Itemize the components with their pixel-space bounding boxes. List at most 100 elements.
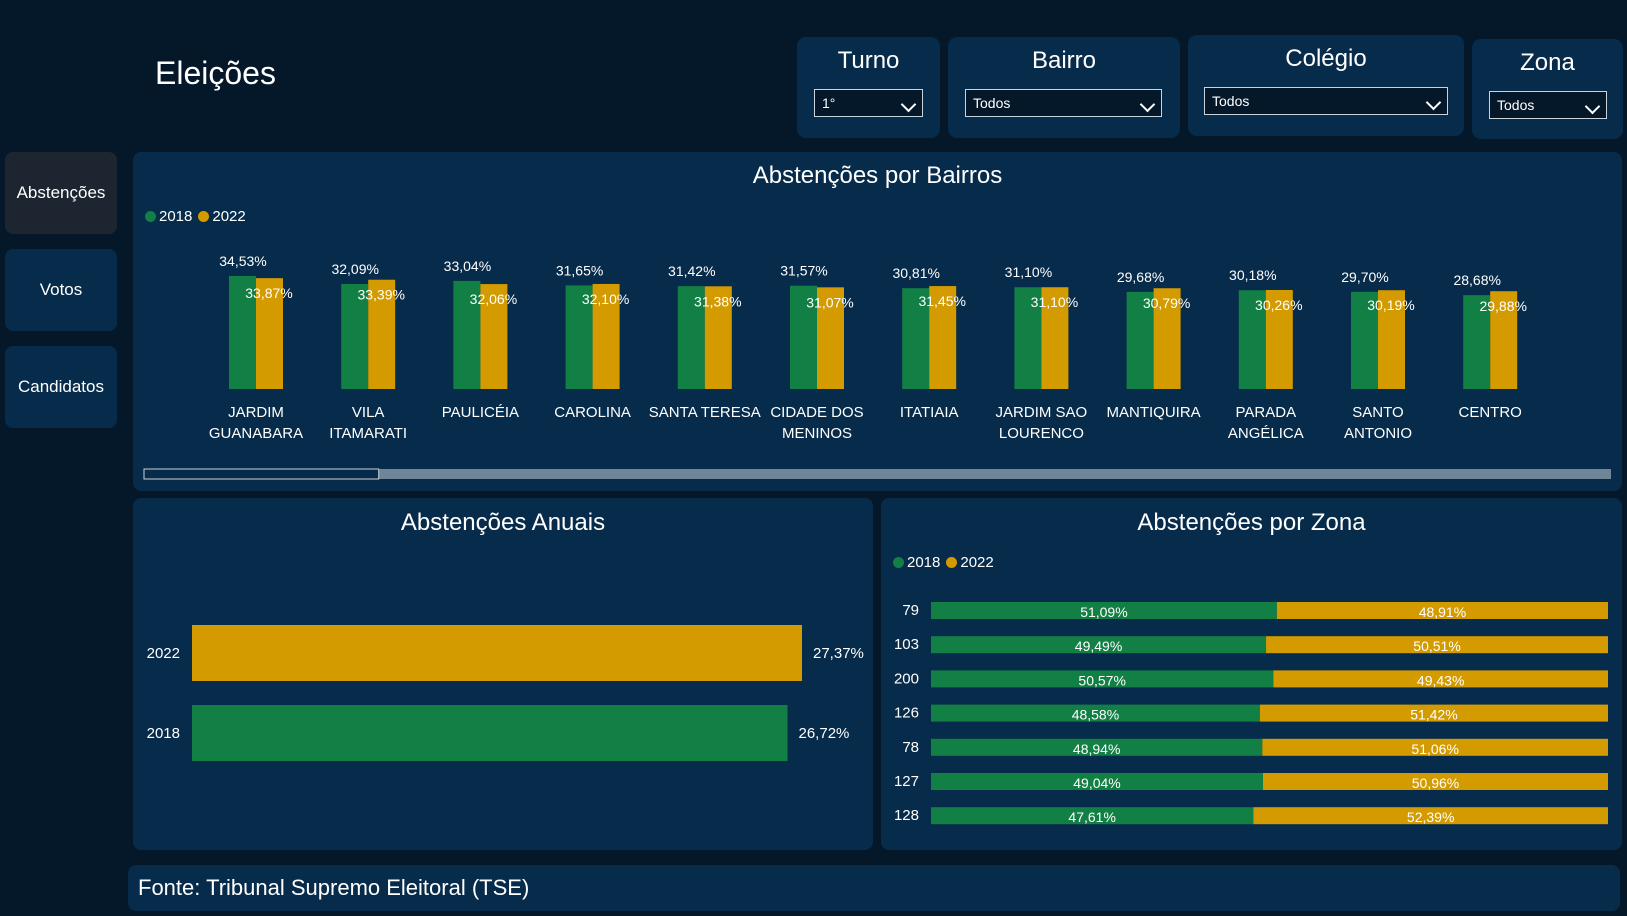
category-label: 127: [894, 773, 919, 790]
data-label-2022: 51,06%: [1411, 741, 1458, 757]
chevron-down-icon: [1425, 94, 1442, 111]
data-label-2022: 32,10%: [582, 291, 629, 307]
category-label: CAROLINA: [554, 404, 631, 421]
data-label-2018: 49,04%: [1073, 775, 1120, 791]
data-label-2018: 48,58%: [1072, 707, 1119, 723]
data-label-2022: 29,88%: [1479, 298, 1526, 314]
category-label: ITATIAIA: [900, 404, 959, 421]
data-label-2022: 52,39%: [1407, 809, 1454, 825]
panel-anuais: Abstenções Anuais 2022 27,37% 2018 26,72%: [133, 498, 873, 850]
category-label: MENINOS: [782, 425, 852, 442]
category-label: 2022: [147, 645, 180, 662]
scrollbar-thumb: [143, 468, 380, 480]
data-label: 26,72%: [799, 725, 850, 742]
data-label-2018: 34,53%: [219, 253, 266, 269]
turno-dropdown-value: 1°: [822, 95, 836, 111]
filter-colegio-label: Colégio: [1285, 45, 1367, 72]
data-label-2022: 49,43%: [1417, 672, 1464, 688]
data-label-2018: 31,65%: [556, 262, 603, 278]
data-label-2018: 48,94%: [1073, 741, 1120, 757]
filter-bairro-label: Bairro: [1031, 47, 1097, 74]
category-label: 78: [902, 739, 919, 756]
data-label-2022: 31,45%: [918, 293, 965, 309]
filter-zona-label: Zona: [1520, 49, 1575, 76]
category-label: VILA: [352, 404, 385, 421]
data-label-2018: 30,81%: [892, 265, 939, 281]
category-label: 2018: [147, 725, 180, 742]
category-label: ANTONIO: [1344, 425, 1412, 442]
category-label: PAULICÉIA: [442, 404, 519, 421]
category-label: JARDIM SAO: [996, 404, 1088, 421]
data-label: 27,37%: [813, 645, 864, 662]
nav-votos[interactable]: Votos: [5, 249, 117, 331]
category-label: SANTA TERESA: [649, 404, 761, 421]
category-label: LOURENCO: [999, 425, 1084, 442]
category-label: JARDIM: [228, 404, 284, 421]
category-label: GUANABARA: [209, 425, 303, 442]
data-label-2022: 30,79%: [1143, 295, 1190, 311]
colegio-dropdown-value: Todos: [1212, 93, 1250, 109]
data-label-2018: 28,68%: [1453, 272, 1500, 288]
zona-dropdown[interactable]: Todos: [1489, 91, 1607, 119]
data-label-2018: 31,10%: [1005, 264, 1052, 280]
data-label-2022: 31,10%: [1031, 294, 1078, 310]
data-label-2018: 31,57%: [780, 263, 827, 279]
data-label-2022: 51,42%: [1410, 707, 1457, 723]
data-label-2022: 50,51%: [1413, 638, 1460, 654]
nav-abstencoes-label: Abstenções: [16, 183, 106, 202]
category-label: ANGÉLICA: [1228, 425, 1304, 442]
data-label-2018: 47,61%: [1068, 809, 1115, 825]
bairro-dropdown[interactable]: Todos: [965, 89, 1162, 117]
data-label-2018: 30,18%: [1229, 267, 1276, 283]
filter-turno: Turno 1°: [797, 37, 940, 138]
nav-abstencoes[interactable]: Abstenções: [5, 152, 117, 234]
category-label: 126: [894, 705, 919, 722]
data-label-2018: 51,09%: [1080, 604, 1127, 620]
filter-zona: Zona Todos: [1472, 39, 1623, 139]
category-label: CENTRO: [1459, 404, 1522, 421]
data-label-2022: 48,91%: [1419, 604, 1466, 620]
panel-zona: Abstenções por Zona 2018 2022 79 51,09% 48…: [881, 498, 1622, 850]
data-label-2022: 32,06%: [470, 291, 517, 307]
category-label: CIDADE DOS: [770, 404, 863, 421]
anuais-bar-chart: 2022 27,37% 2018 26,72%: [147, 625, 864, 761]
data-label-2022: 31,07%: [806, 294, 853, 310]
nav-candidatos[interactable]: Candidatos: [5, 346, 117, 428]
filter-colegio: Colégio Todos: [1188, 35, 1464, 136]
bairro-dropdown-value: Todos: [973, 95, 1011, 111]
zona-dropdown-value: Todos: [1497, 97, 1535, 113]
zona-stacked-bar-chart: 79 51,09% 48,91% 103 49,49% 50,51% 200 50,57% 49…: [894, 602, 1608, 825]
data-label-2018: 31,42%: [668, 263, 715, 279]
data-label-2022: 33,39%: [357, 287, 404, 303]
nav-votos-label: Votos: [39, 280, 83, 299]
data-label-2022: 30,19%: [1367, 297, 1414, 313]
category-label: 79: [902, 602, 919, 619]
category-label: 103: [894, 636, 919, 653]
filter-turno-label: Turno: [837, 47, 900, 74]
data-label-2022: 50,96%: [1412, 775, 1459, 791]
colegio-dropdown[interactable]: Todos: [1204, 87, 1448, 115]
category-label: 128: [894, 807, 919, 824]
category-label: 200: [894, 670, 919, 687]
chevron-down-icon: [1584, 98, 1601, 115]
turno-dropdown[interactable]: 1°: [814, 89, 923, 117]
footer-source: Fonte: Tribunal Supremo Eleitoral (TSE): [128, 865, 1620, 911]
data-label-2022: 30,26%: [1255, 297, 1302, 313]
nav-candidatos-label: Candidatos: [17, 377, 104, 396]
data-label-2018: 29,70%: [1341, 269, 1388, 285]
data-label-2022: 33,87%: [245, 285, 292, 301]
bairros-bar-chart: 34,53% 33,87% JARDIM GUANABARA 32,09% 33,39% V…: [143, 253, 1611, 480]
chevron-down-icon: [900, 96, 917, 113]
data-label-2018: 49,49%: [1075, 638, 1122, 654]
filter-bairro: Bairro Todos: [948, 37, 1180, 138]
bar-2022: [192, 625, 802, 681]
category-label: MANTIQUIRA: [1107, 404, 1201, 421]
category-label: PARADA: [1236, 404, 1297, 421]
app-title: Eleições: [155, 55, 276, 91]
data-label-2018: 33,04%: [444, 258, 491, 274]
bar-2018: [192, 705, 788, 761]
data-label-2018: 32,09%: [331, 261, 378, 277]
data-label-2018: 50,57%: [1078, 672, 1125, 688]
data-label-2022: 31,38%: [694, 293, 741, 309]
category-label: ITAMARATI: [329, 425, 407, 442]
